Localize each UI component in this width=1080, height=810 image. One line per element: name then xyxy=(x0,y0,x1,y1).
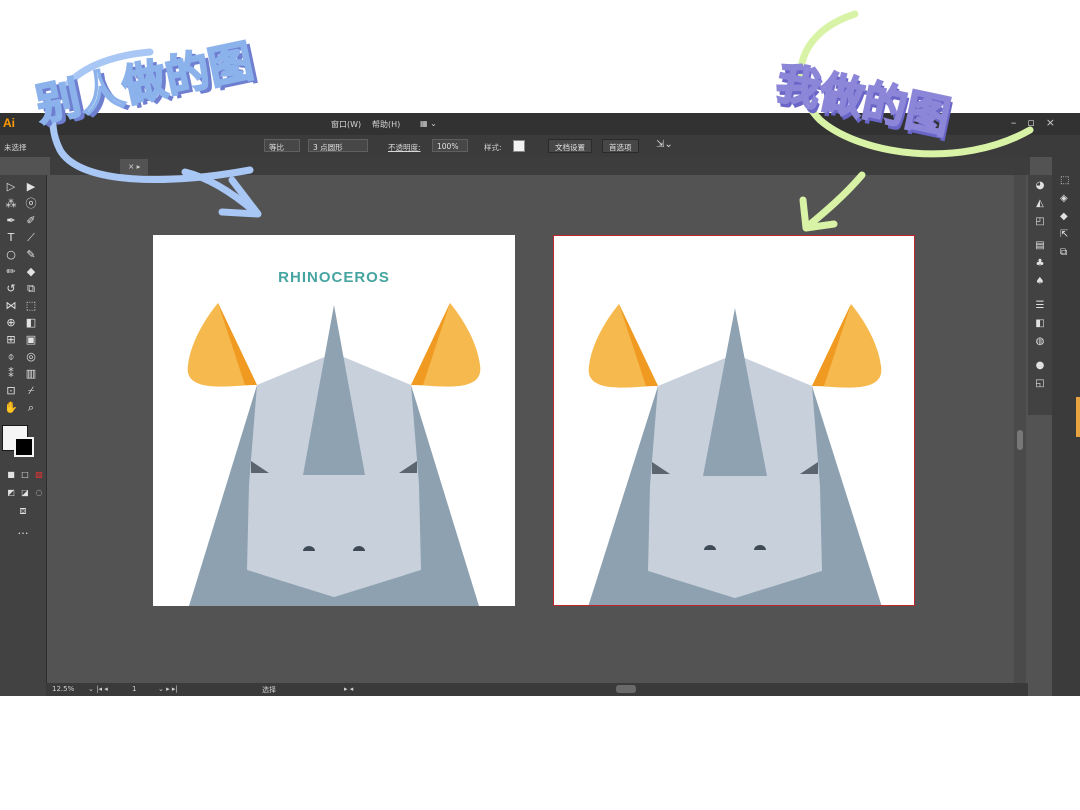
right-arrow xyxy=(804,171,866,230)
